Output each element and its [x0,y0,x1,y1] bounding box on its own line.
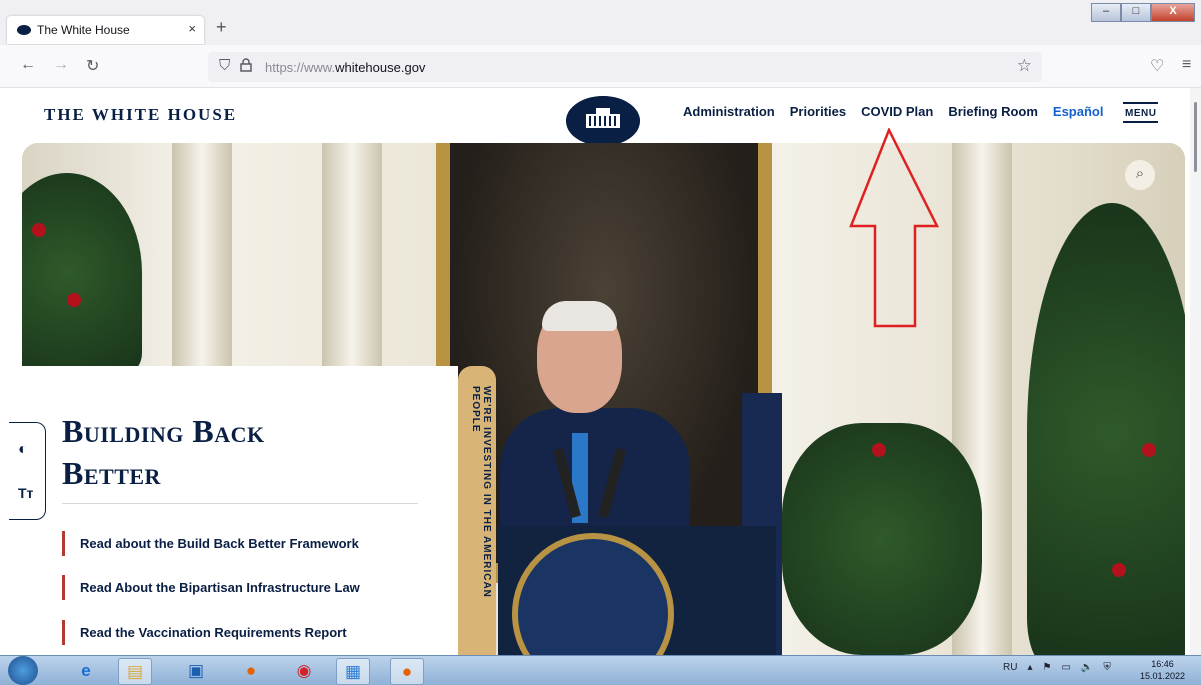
media-player-icon[interactable]: ▣ [180,658,212,683]
nav-covid-plan[interactable]: COVID Plan [861,104,933,119]
white-house-logo-icon[interactable] [566,96,640,146]
nav-administration[interactable]: Administration [683,104,775,119]
file-explorer-icon[interactable]: ▤ [118,658,152,685]
nav-briefing-room[interactable]: Briefing Room [948,104,1038,119]
shield-tray-icon[interactable]: ⛨ [1103,662,1111,673]
ornament [1142,443,1156,457]
christmas-tree-right [1027,203,1185,655]
divider [62,503,418,504]
address-bar[interactable]: ⛉ https://www.whitehouse.gov ☆ [208,52,1042,82]
search-icon[interactable]: ⌕ [1125,160,1155,190]
ornament [872,443,886,457]
window-controls: – □ X [1091,3,1195,22]
forward-icon[interactable]: → [53,56,69,74]
garland [782,423,982,655]
lock-icon[interactable] [240,58,252,72]
site-favicon-icon [17,25,31,35]
start-button[interactable] [8,656,38,685]
clock[interactable]: 16:46 15.01.2022 [1140,658,1185,682]
site-title[interactable]: THE WHITE HOUSE [44,105,237,125]
nav-priorities[interactable]: Priorities [790,104,846,119]
maximize-button[interactable]: □ [1121,3,1151,22]
hero-heading: Building Back Better [62,413,265,491]
reload-icon[interactable]: ↻ [86,56,99,76]
url-text: https://www.whitehouse.gov [265,60,426,75]
back-icon[interactable]: ← [20,56,36,74]
tray-expand-icon[interactable]: ▴ [1027,662,1032,673]
pocket-icon[interactable]: ♡ [1150,56,1164,76]
annotation-arrow-icon [849,128,940,328]
speaker-hair [542,301,617,331]
site-header: THE WHITE HOUSE Administration Prioritie… [0,88,1190,146]
new-tab-button[interactable]: + [216,17,227,38]
main-navigation: Administration Priorities COVID Plan Bri… [683,104,1103,119]
ornament [1112,563,1126,577]
contrast-toggle-icon[interactable]: ◐ [18,441,28,459]
system-tray: RU ▴ ⚑ ▭ 🔈 ⛨ [1003,662,1111,673]
close-tab-icon[interactable]: × [188,21,196,36]
app-window-icon[interactable]: ▦ [336,658,370,685]
ornament [67,293,81,307]
app-icon[interactable]: ◉ [288,658,320,683]
clock-date: 15.01.2022 [1140,671,1186,681]
link-vaccination-requirements[interactable]: Read the Vaccination Requirements Report [62,620,347,645]
page-scrollbar[interactable] [1190,88,1201,655]
vertical-banner-text: WE'RE INVESTING IN THE AMERICAN PEOPLE [470,386,492,598]
browser-nav-bar: ← → ↻ ⛉ https://www.whitehouse.gov ☆ ♡ ≡ [0,45,1201,88]
network-icon[interactable]: ▭ [1061,662,1070,673]
firefox-icon[interactable]: ● [235,658,267,683]
tab-title: The White House [37,23,130,37]
browser-tab[interactable]: The White House × [7,16,204,44]
hamburger-menu-icon[interactable]: ≡ [1182,56,1191,74]
bookmark-star-icon[interactable]: ☆ [1017,56,1032,76]
close-window-button[interactable]: X [1151,3,1195,22]
firefox-active-icon[interactable]: ● [390,658,424,685]
internet-explorer-icon[interactable]: e [70,658,102,683]
link-bipartisan-infrastructure-law[interactable]: Read About the Bipartisan Infrastructure… [62,575,360,600]
scrollbar-thumb[interactable] [1194,102,1197,172]
volume-icon[interactable]: 🔈 [1081,662,1093,673]
language-indicator[interactable]: RU [1003,662,1017,673]
tracking-shield-icon[interactable]: ⛉ [219,57,230,74]
text-size-icon[interactable]: Tт [18,485,33,501]
minimize-button[interactable]: – [1091,3,1121,22]
menu-button[interactable]: MENU [1123,102,1159,123]
link-build-back-better-framework[interactable]: Read about the Build Back Better Framewo… [62,531,359,556]
clock-time: 16:46 [1151,659,1174,669]
nav-espanol[interactable]: Español [1053,104,1104,119]
browser-tab-bar: The White House × + – □ X [0,0,1201,45]
accessibility-toolbar: ◐ Tт [9,422,46,520]
action-center-icon[interactable]: ⚑ [1042,662,1051,673]
windows-taskbar: e ▤ ▣ ● ◉ ▦ ● RU ▴ ⚑ ▭ 🔈 ⛨ 16:46 15.01.2… [0,655,1201,685]
ornament [32,223,46,237]
